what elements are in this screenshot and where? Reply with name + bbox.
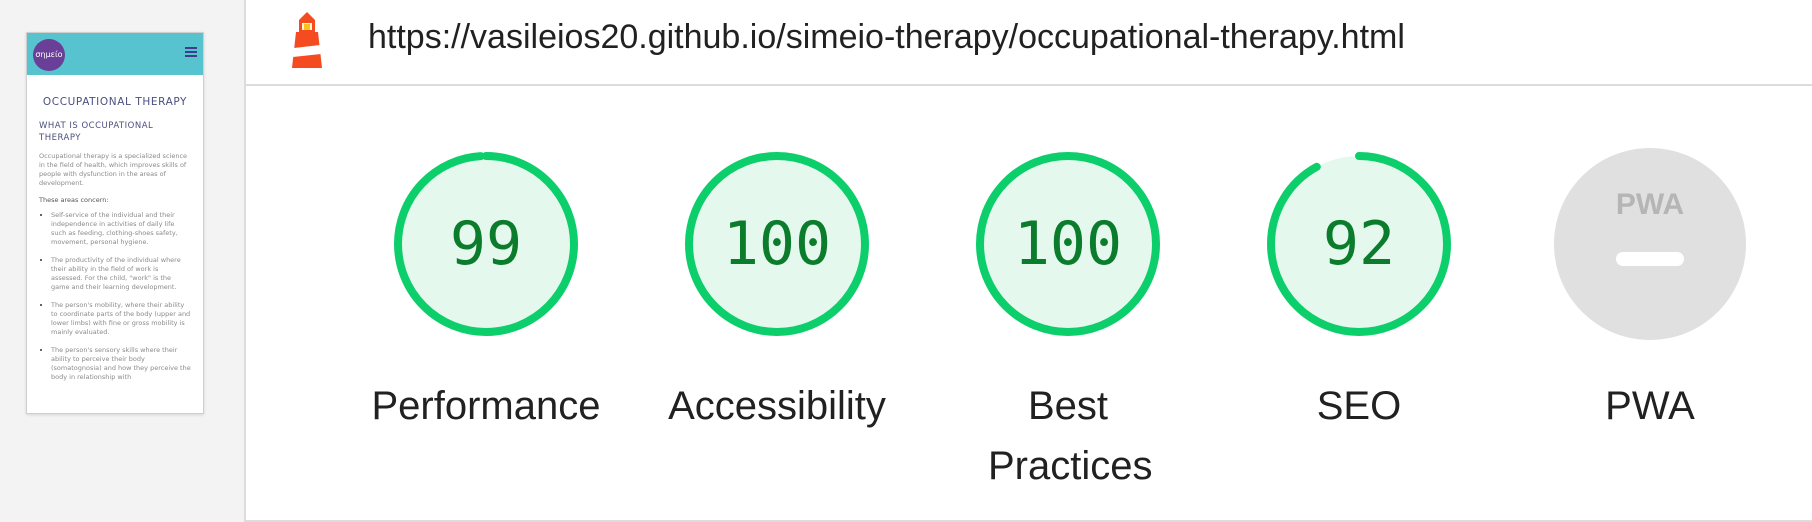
pwa-badge-icon: PWA <box>1554 148 1746 340</box>
pwa-badge-text: PWA <box>1616 188 1684 221</box>
seo-score: 92 <box>1322 209 1396 279</box>
preview-title: OCCUPATIONAL THERAPY <box>42 96 188 108</box>
list-item: The person's mobility, where their abili… <box>51 301 191 337</box>
seo-label: SEO <box>1316 384 1402 428</box>
list-item: Self-service of the individual and their… <box>51 211 191 247</box>
seo-gauge[interactable]: 92 <box>1263 148 1455 340</box>
lighthouse-icon <box>292 12 322 68</box>
performance-gauge[interactable]: 99 <box>390 148 582 340</box>
preview-heading: WHAT IS OCCUPATIONAL THERAPY <box>39 121 154 143</box>
hamburger-menu-icon <box>185 47 197 57</box>
site-logo: σημείο <box>33 39 65 71</box>
report-url[interactable]: https://vasileios20.github.io/simeio-the… <box>368 18 1405 57</box>
best-practices-label: Best Practices <box>988 384 1153 488</box>
accessibility-gauge[interactable]: 100 <box>681 148 873 340</box>
screenshot-pane: σημείο OCCUPATIONAL THERAPY WHAT IS OCCU… <box>0 0 246 522</box>
list-item: The productivity of the individual where… <box>51 256 191 292</box>
preview-intro: Occupational therapy is a specialized sc… <box>39 152 188 187</box>
preview-list: Self-service of the individual and their… <box>39 211 191 382</box>
best-practices-gauge[interactable]: 100 <box>972 148 1164 340</box>
pwa-gauge[interactable]: PWA <box>1554 148 1746 340</box>
accessibility-label: Accessibility <box>668 384 886 428</box>
list-item: The person's sensory skills where their … <box>51 346 191 382</box>
page-screenshot-thumbnail[interactable]: σημείο OCCUPATIONAL THERAPY WHAT IS OCCU… <box>26 32 204 414</box>
pwa-label: PWA <box>1605 384 1695 428</box>
preview-areas-label: These areas concern: <box>39 196 109 204</box>
preview-header: σημείο <box>27 33 203 75</box>
performance-label: Performance <box>371 384 601 428</box>
best-practices-score: 100 <box>1013 209 1123 279</box>
performance-score: 99 <box>449 209 523 279</box>
accessibility-score: 100 <box>722 209 832 279</box>
